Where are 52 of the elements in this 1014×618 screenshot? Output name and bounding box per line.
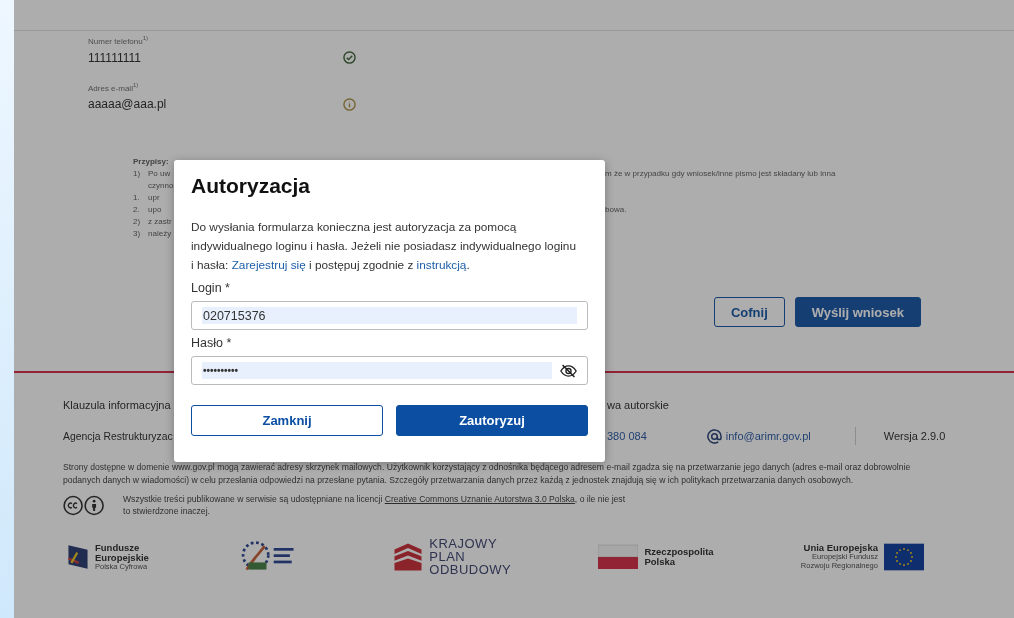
info-clause-link[interactable]: Klauzula informacyjna xyxy=(63,399,171,412)
field-value: aaaaa@aaa.pl xyxy=(88,97,168,112)
authorize-button[interactable]: Zautoryzuj xyxy=(396,405,588,436)
submit-button[interactable]: Wyślij wniosek xyxy=(794,297,921,328)
footnote-text: bowa. xyxy=(605,205,627,215)
logo-text: ODBUDOWY xyxy=(429,563,512,577)
license-note: Wszystkie treści publikowane w serwisie są udostępniane na licencji Creative Commons Uznanie Autorstwa 3.0 Polska, o ile nie jest to stwierdzone inaczej. xyxy=(123,493,627,518)
eye-slash-icon[interactable] xyxy=(560,363,577,378)
dialog-message: Do wysłania formularza konieczna jest autoryzacja za pomocą indywidualnego loginu i hasła. Jeżeli nie posiadasz indywidualnego loginu i hasła: Zarejestruj się i postępuj zgodnie z instrukcją. xyxy=(191,219,577,274)
field-label: Login * xyxy=(191,281,231,295)
flag-icon xyxy=(598,543,639,570)
back-button[interactable]: Cofnij xyxy=(713,297,785,328)
logo-text: Unia Europejska xyxy=(803,543,878,554)
license-link[interactable]: Creative Commons Uznanie Autorstwa 3.0 Polska xyxy=(384,494,575,505)
login-field[interactable]: 020715376 xyxy=(191,301,588,330)
flag-stars-logo-icon xyxy=(67,542,89,571)
version-text: Wersja 2.9.0 xyxy=(883,430,946,443)
copyright-link[interactable]: wa autorskie xyxy=(607,399,669,412)
phone-link[interactable]: 380 084 xyxy=(607,430,647,443)
close-button[interactable]: Zamknij xyxy=(191,405,383,436)
footnote-text: z zastr xyxy=(148,217,172,227)
logo-text: KRAJOWY xyxy=(429,537,499,551)
footnote-text: należy xyxy=(148,229,172,239)
field-label: Numer telefonu$^{1)}$ xyxy=(88,35,150,46)
eu-flag-icon xyxy=(883,542,924,571)
agency-name: Agencja Restrukturyzac xyxy=(63,430,173,442)
logo-text: Europejskie xyxy=(95,552,149,563)
register-link[interactable]: Zarejestruj się xyxy=(231,258,306,272)
footnote-mark: 1. xyxy=(133,193,140,203)
email-link[interactable]: info@arimr.gov.pl xyxy=(725,430,811,443)
at-sign-icon xyxy=(706,428,722,444)
field-label: Hasło * xyxy=(191,336,233,350)
password-field[interactable]: •••••••••• xyxy=(191,356,588,385)
footnote-text: upr xyxy=(148,193,160,203)
footnote-mark: 3) xyxy=(133,229,141,239)
creative-commons-icon xyxy=(63,494,105,516)
footnote-text: czynno xyxy=(148,181,174,191)
field-value: 111111111 xyxy=(88,50,142,65)
footnote-text: m że w przypadku gdy wniosek/inne pismo jest składany lub inna xyxy=(605,169,836,179)
footnote-mark: 1) xyxy=(133,169,141,179)
privacy-note: Strony dostępne w domenie www.gov.pl mogą zawierać adresy skrzynek mailowych. Użytkownik korzystający z odnośnika będącego adresem e-mail zgadza się na przetwarzanie jego danych (adres e-mail oraz dobrowolnie podanych danych w wiadomości) w celu przesłania odpowiedzi na przesłane pytania. Szczegóły przetwarzania danych przez każdą z jednostek znajdują się w ich politykach przetwarzania danych osobowych. xyxy=(63,461,912,488)
footnote-text: Po uw xyxy=(148,169,171,179)
footnote-mark: 2. xyxy=(133,205,140,215)
footnote-text: upo xyxy=(148,205,162,215)
footnote-mark: 2) xyxy=(133,217,141,227)
logo-text: Polska xyxy=(644,556,676,567)
dialog-title: Autoryzacja xyxy=(191,174,312,198)
logo-text: Fundusze xyxy=(95,542,141,553)
logo-text: Rzeczpospolita xyxy=(644,546,714,557)
field-label: Adres e-mail$^{1)}$ xyxy=(88,81,140,93)
footnotes-title: Przypisy: xyxy=(133,156,170,169)
logo-text: PLAN xyxy=(429,550,467,564)
